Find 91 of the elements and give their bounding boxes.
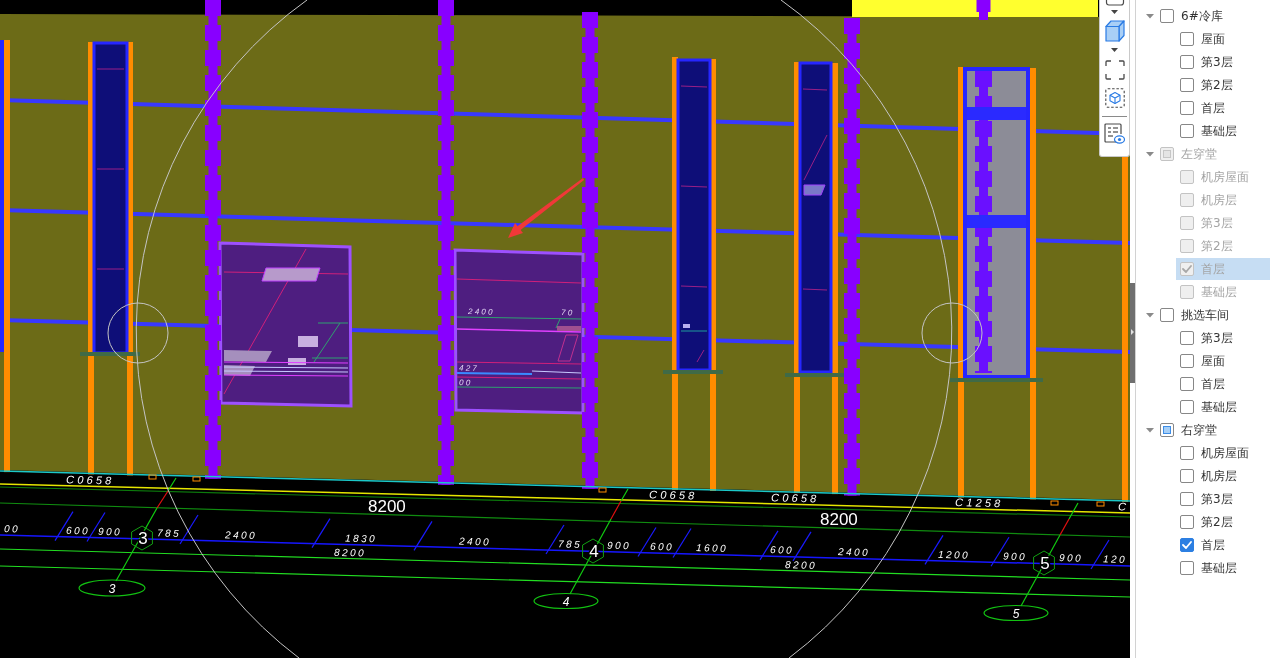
tree-node[interactable]: 右穿堂 <box>1144 419 1270 441</box>
caret-icon[interactable] <box>1111 48 1118 52</box>
checkbox[interactable] <box>1180 492 1194 506</box>
dimension-text: 00 <box>3 523 21 535</box>
dimension-text: 2400 <box>224 529 258 542</box>
axis-number: 4 <box>562 594 570 609</box>
tree-item[interactable]: 首层 <box>1176 373 1270 395</box>
tree-item[interactable]: 机房屋面 <box>1176 442 1270 464</box>
checkbox[interactable] <box>1160 308 1174 322</box>
dashed-cube-icon[interactable] <box>1104 88 1125 108</box>
dimension-text: 600 <box>769 544 795 556</box>
checkbox[interactable] <box>1180 32 1194 46</box>
dimension-text: 8200 <box>820 510 858 530</box>
dimension-text: 2400 <box>837 546 871 558</box>
annotation-text: 2400 <box>467 307 495 317</box>
tree-item[interactable]: 基础层 <box>1176 396 1270 418</box>
splitter-handle[interactable] <box>1130 283 1135 383</box>
dimension-text: 785 <box>557 538 583 550</box>
tree-item[interactable]: 首层 <box>1176 534 1270 556</box>
checkbox[interactable] <box>1160 423 1174 437</box>
tree-item[interactable]: 首层 <box>1176 97 1270 119</box>
tree-item[interactable]: 第3层 <box>1176 488 1270 510</box>
tree-item[interactable]: 基础层 <box>1176 120 1270 142</box>
checkbox[interactable] <box>1180 78 1194 92</box>
dimension-text: 600 <box>649 540 675 553</box>
opening-tag: C0658 <box>65 473 115 487</box>
tree-item[interactable]: 屋面 <box>1176 28 1270 50</box>
annotation-text: 70 <box>560 308 575 318</box>
dimension-text: 8200 <box>368 496 406 516</box>
dimension-text: 600 <box>65 524 91 537</box>
tree-node[interactable]: 挑选车间 <box>1144 304 1270 326</box>
checkbox[interactable] <box>1180 331 1194 345</box>
dimension-text: 2400 <box>458 535 492 548</box>
opening-tag: C0658 <box>648 488 698 502</box>
dimension-text: 900 <box>1002 550 1028 563</box>
selection-frame-icon[interactable] <box>1104 60 1125 80</box>
checkbox[interactable] <box>1180 446 1194 460</box>
annotation-text: 00 <box>458 378 473 388</box>
frame-icon[interactable] <box>1104 0 1125 6</box>
square-icon <box>148 474 157 480</box>
tree-item[interactable]: 第2层 <box>1176 74 1270 96</box>
orbit-handle[interactable] <box>921 302 983 364</box>
checkbox[interactable] <box>1160 9 1174 23</box>
dimension-text: 900 <box>97 525 123 538</box>
tree-item[interactable]: 第2层 <box>1176 511 1270 533</box>
checkbox[interactable] <box>1180 400 1194 414</box>
square-icon <box>1096 501 1105 507</box>
checkbox[interactable] <box>1180 124 1194 138</box>
checkbox[interactable] <box>1180 561 1194 575</box>
square-icon <box>192 476 201 482</box>
opening-tag: C0658 <box>770 491 820 505</box>
annotation-text: 427 <box>458 363 480 374</box>
window-sill <box>785 373 847 377</box>
dimension-text: 900 <box>1058 552 1084 564</box>
axis-number: 5 <box>1012 606 1020 621</box>
square-icon <box>1050 500 1059 506</box>
dimension-text: 1200 <box>937 548 971 561</box>
tree-node[interactable]: 6#冷库 <box>1144 5 1270 27</box>
dimension-text: 8200 <box>333 546 367 559</box>
tree-item[interactable]: 屋面 <box>1176 350 1270 372</box>
dimension-text: 120 <box>1102 553 1128 565</box>
checkbox[interactable] <box>1180 377 1194 391</box>
dimension-text: 1600 <box>695 542 729 554</box>
wall-column <box>976 0 991 20</box>
checkbox[interactable] <box>1180 469 1194 483</box>
checkbox[interactable] <box>1180 515 1194 529</box>
checkbox[interactable] <box>1180 101 1194 115</box>
axis-bubble <box>78 579 146 597</box>
axis-bubble <box>533 592 599 610</box>
window-sill <box>663 370 723 374</box>
tree-item[interactable]: 基础层 <box>1176 557 1270 579</box>
axis-number: 3 <box>108 581 116 596</box>
dimension-text: 900 <box>606 539 632 552</box>
checkbox[interactable] <box>1180 354 1194 368</box>
tree-item[interactable]: 机房层 <box>1176 465 1270 487</box>
cube-icon[interactable] <box>1104 20 1125 42</box>
dimension-text: 785 <box>156 527 182 539</box>
document-eye-icon[interactable] <box>1104 123 1125 144</box>
opening-tag: C1258 <box>954 496 1004 510</box>
tree-item[interactable]: 第3层 <box>1176 327 1270 349</box>
opening-tag: C <box>1117 500 1130 513</box>
checkbox[interactable] <box>1180 538 1194 552</box>
tree-item[interactable]: 第3层 <box>1176 51 1270 73</box>
expand-arrow-icon[interactable] <box>1131 329 1134 335</box>
dimension-text: 1830 <box>344 532 378 545</box>
square-icon <box>598 487 607 493</box>
dimension-text: 8200 <box>784 559 818 571</box>
checkbox[interactable] <box>1180 55 1194 69</box>
axis-bubble <box>983 604 1049 622</box>
orbit-handle[interactable] <box>107 302 169 364</box>
window-sill <box>80 352 140 356</box>
